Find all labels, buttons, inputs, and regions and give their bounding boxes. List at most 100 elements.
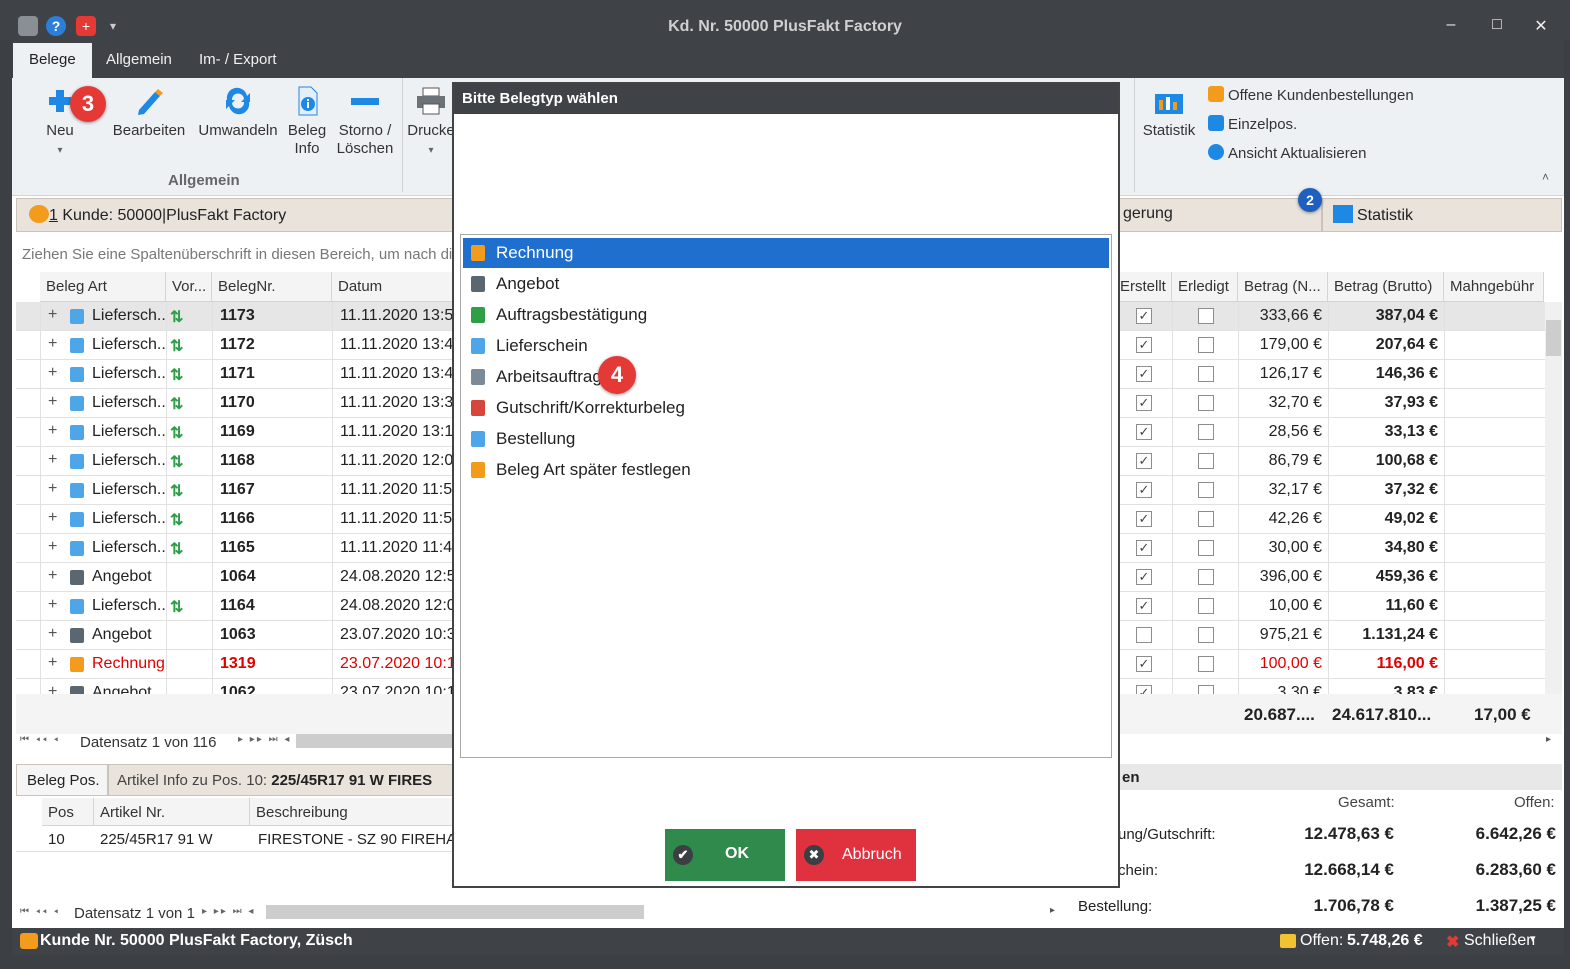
- erstellt-checkbox[interactable]: ✓: [1136, 366, 1152, 382]
- erledigt-checkbox[interactable]: [1198, 366, 1214, 382]
- tab-beleg-pos[interactable]: Beleg Pos.: [16, 764, 108, 796]
- erledigt-checkbox[interactable]: [1198, 511, 1214, 527]
- belegtyp-item[interactable]: Arbeitsauftrag: [463, 362, 1109, 392]
- tab-artikel-info[interactable]: Artikel Info zu Pos. 10: 225/45R17 91 W …: [108, 764, 454, 796]
- column-header-betrag-brutto[interactable]: Betrag (Brutto): [1328, 272, 1444, 302]
- erledigt-checkbox[interactable]: [1198, 453, 1214, 469]
- tab-statistik-panel[interactable]: Statistik: [1322, 198, 1562, 232]
- column-header-beschreibung[interactable]: Beschreibung: [250, 798, 454, 826]
- bearbeiten-button[interactable]: Bearbeiten: [112, 86, 186, 140]
- expand-icon[interactable]: +: [48, 480, 57, 498]
- tab-allgemein[interactable]: Allgemein: [106, 51, 172, 68]
- statistik-button[interactable]: Statistik: [1140, 86, 1198, 140]
- erstellt-checkbox[interactable]: ✓: [1136, 598, 1152, 614]
- scrollbar-thumb[interactable]: [1546, 320, 1561, 356]
- expand-icon[interactable]: +: [48, 393, 57, 411]
- belegtyp-item[interactable]: Beleg Art später festlegen: [463, 455, 1109, 485]
- erledigt-checkbox[interactable]: [1198, 656, 1214, 672]
- position-row[interactable]: 10 225/45R17 91 W FIRESTONE - SZ 90 FIRE…: [16, 826, 456, 852]
- betrag-netto-cell: 100,00 €: [1259, 655, 1322, 672]
- erledigt-checkbox[interactable]: [1198, 540, 1214, 556]
- tab-lagerung[interactable]: gerung: [1118, 198, 1322, 232]
- grid-horizontal-scrollbar[interactable]: [296, 734, 452, 748]
- erstellt-checkbox[interactable]: ✓: [1136, 424, 1152, 440]
- einzelpos-link[interactable]: Einzelpos.: [1208, 115, 1297, 133]
- scroll-right-icon[interactable]: ▸: [1050, 905, 1055, 916]
- chevron-down-icon[interactable]: ▾: [1530, 932, 1536, 945]
- erstellt-checkbox[interactable]: ✓: [1136, 540, 1152, 556]
- offene-kundenbestellungen-link[interactable]: Offene Kundenbestellungen: [1208, 86, 1414, 104]
- expand-icon[interactable]: +: [48, 567, 57, 585]
- nav-first-prev-icons[interactable]: ⏮ ◂◂ ◂: [20, 906, 60, 917]
- erledigt-checkbox[interactable]: [1198, 395, 1214, 411]
- schliessen-button[interactable]: Schließen: [1464, 932, 1535, 950]
- umwandeln-button[interactable]: Umwandeln: [198, 86, 278, 140]
- group-by-area[interactable]: Ziehen Sie eine Spaltenüberschrift in di…: [22, 246, 452, 263]
- expand-icon[interactable]: +: [48, 364, 57, 382]
- abbruch-button[interactable]: ✖ Abbruch: [796, 829, 916, 881]
- column-header-beleg-art[interactable]: Beleg Art: [40, 272, 166, 302]
- column-header-betrag-netto[interactable]: Betrag (N...: [1238, 272, 1328, 302]
- expand-icon[interactable]: +: [48, 306, 57, 324]
- nav-first-prev-icons[interactable]: ⏮ ◂◂ ◂: [20, 734, 60, 745]
- belegtyp-item[interactable]: Gutschrift/Korrekturbeleg: [463, 393, 1109, 423]
- column-header-artikel-nr[interactable]: Artikel Nr.: [94, 798, 250, 826]
- column-header-mahngebuehr[interactable]: Mahngebühr: [1444, 272, 1544, 302]
- ansicht-aktualisieren-link[interactable]: Ansicht Aktualisieren: [1208, 144, 1366, 162]
- scroll-right-icon[interactable]: ▸: [1546, 734, 1551, 745]
- belegtyp-item[interactable]: Lieferschein: [463, 331, 1109, 361]
- column-header-vor[interactable]: Vor...: [166, 272, 212, 302]
- belegtyp-item[interactable]: Rechnung: [463, 238, 1109, 268]
- expand-icon[interactable]: +: [48, 335, 57, 353]
- belegtyp-item[interactable]: Auftragsbestätigung: [463, 300, 1109, 330]
- close-window-button[interactable]: ✕: [1526, 16, 1556, 36]
- erstellt-checkbox[interactable]: ✓: [1136, 511, 1152, 527]
- erstellt-checkbox[interactable]: ✓: [1136, 656, 1152, 672]
- link-arrows-icon: ⇅: [170, 483, 184, 500]
- minimize-button[interactable]: –: [1436, 16, 1466, 34]
- betrag-brutto-cell: 459,36 €: [1375, 568, 1438, 585]
- erledigt-checkbox[interactable]: [1198, 627, 1214, 643]
- storno-loeschen-button[interactable]: Storno / Löschen: [334, 86, 396, 158]
- erledigt-checkbox[interactable]: [1198, 337, 1214, 353]
- erledigt-checkbox[interactable]: [1198, 308, 1214, 324]
- expand-icon[interactable]: +: [48, 654, 57, 672]
- grid-line: [1238, 302, 1239, 694]
- erstellt-checkbox[interactable]: ✓: [1136, 395, 1152, 411]
- tab-belege[interactable]: Belege: [13, 43, 92, 78]
- erledigt-checkbox[interactable]: [1198, 424, 1214, 440]
- grid-vertical-scrollbar[interactable]: [1545, 302, 1562, 694]
- column-header-belegnr[interactable]: BelegNr.: [212, 272, 332, 302]
- erstellt-checkbox[interactable]: ✓: [1136, 308, 1152, 324]
- belegtyp-item[interactable]: Angebot: [463, 269, 1109, 299]
- maximize-button[interactable]: □: [1482, 16, 1512, 34]
- erledigt-checkbox[interactable]: [1198, 598, 1214, 614]
- column-header-pos[interactable]: Pos: [42, 798, 94, 826]
- belegtyp-item[interactable]: Bestellung: [463, 424, 1109, 454]
- customer-panel-tab[interactable]: 1 Kunde: 50000|PlusFakt Factory: [16, 198, 456, 232]
- beleg-info-button[interactable]: Beleg Info: [284, 86, 330, 158]
- tab-im-export[interactable]: Im- / Export: [199, 51, 277, 68]
- erstellt-checkbox[interactable]: ✓: [1136, 453, 1152, 469]
- ok-button[interactable]: ✔ OK: [665, 829, 785, 881]
- erstellt-checkbox[interactable]: [1136, 627, 1152, 643]
- column-header-datum[interactable]: Datum: [332, 272, 454, 302]
- erstellt-checkbox[interactable]: ✓: [1136, 569, 1152, 585]
- nav-next-last-icons[interactable]: ▸ ▸▸ ⏭ ◂: [238, 734, 291, 745]
- drucken-button[interactable]: Drucke ▾: [406, 86, 456, 160]
- column-header-erledigt[interactable]: Erledigt: [1172, 272, 1238, 302]
- expand-icon[interactable]: +: [48, 538, 57, 556]
- erledigt-checkbox[interactable]: [1198, 569, 1214, 585]
- lower-horizontal-scrollbar[interactable]: [266, 905, 644, 919]
- expand-icon[interactable]: +: [48, 422, 57, 440]
- expand-icon[interactable]: +: [48, 451, 57, 469]
- expand-icon[interactable]: +: [48, 509, 57, 527]
- nav-next-last-icons[interactable]: ▸ ▸▸ ⏭ ◂: [202, 906, 255, 917]
- erstellt-checkbox[interactable]: ✓: [1136, 482, 1152, 498]
- erstellt-checkbox[interactable]: ✓: [1136, 337, 1152, 353]
- erledigt-checkbox[interactable]: [1198, 482, 1214, 498]
- ribbon-collapse-icon[interactable]: ˄: [1542, 170, 1549, 184]
- expand-icon[interactable]: +: [48, 625, 57, 643]
- column-header-erstellt[interactable]: Erstellt: [1114, 272, 1172, 302]
- expand-icon[interactable]: +: [48, 596, 57, 614]
